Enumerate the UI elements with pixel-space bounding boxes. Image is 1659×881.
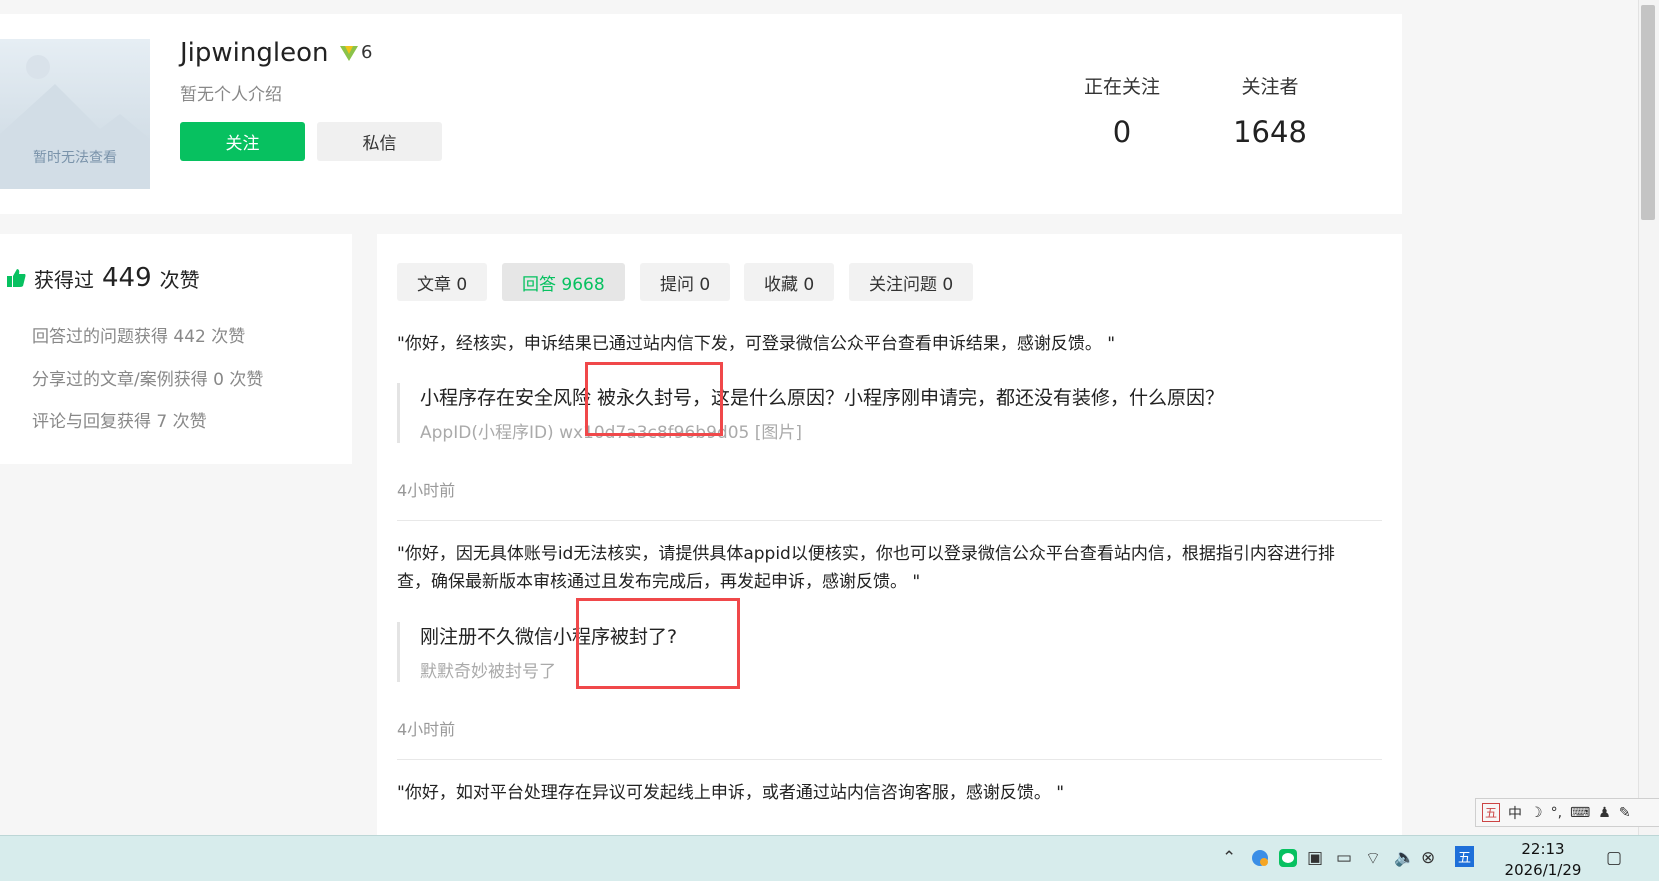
tab-followed-questions[interactable]: 关注问题 0 [849, 263, 974, 301]
ime-toolbar[interactable]: 五 中 ☽ °, ⌨ ♟ ✎ [1475, 798, 1659, 827]
bio-text: 暂无个人介绍 [180, 85, 282, 105]
ime-user-icon[interactable]: ♟ [1598, 805, 1611, 821]
answer-text[interactable]: "你好，因无具体账号id无法核实，请提供具体appid以便核实，你也可以登录微信… [397, 540, 1367, 596]
question-detail: 默默奇妙被封号了 [420, 662, 556, 682]
tab-questions[interactable]: 提问 0 [640, 263, 731, 301]
answer-timestamp: 4小时前 [397, 481, 456, 500]
clock[interactable]: 22:13 2026/1/29 [1498, 839, 1588, 881]
level-number: 6 [361, 42, 373, 63]
likes-suffix: 次赞 [159, 267, 200, 292]
stat-following[interactable]: 正在关注 0 [1052, 72, 1192, 149]
tab-answers[interactable]: 回答 9668 [502, 263, 625, 301]
stat-following-label: 正在关注 [1083, 76, 1160, 98]
stat-followers-label: 关注者 [1241, 76, 1299, 98]
likes-articles-line: 分享过的文章/案例获得 0 次赞 [32, 370, 264, 390]
ime-punctuation-icon[interactable]: °, [1551, 805, 1562, 821]
avatar: 暂时无法查看 [0, 39, 150, 189]
likes-comments-line: 评论与回复获得 7 次赞 [32, 412, 207, 432]
likes-count: 449 [102, 263, 152, 293]
tab-favorites[interactable]: 收藏 0 [744, 263, 835, 301]
likes-answers-line: 回答过的问题获得 442 次赞 [32, 327, 246, 347]
v-badge-icon [340, 45, 358, 61]
level-badge: 6 [339, 42, 372, 63]
volume-icon[interactable]: 🔈 [1394, 848, 1415, 868]
scrollbar-thumb[interactable] [1641, 5, 1655, 220]
ime-indicator-icon[interactable]: 五 [1455, 846, 1475, 867]
likes-prefix: 获得过 [34, 267, 94, 292]
divider [397, 759, 1382, 760]
remote-desktop-icon[interactable]: ▣ [1307, 848, 1323, 868]
ime-keyboard-icon[interactable]: ⌨ [1570, 805, 1590, 821]
red-highlight-box [585, 362, 723, 436]
ime-mode-label[interactable]: 中 [1508, 803, 1522, 823]
answer-text[interactable]: "你好，如对平台处理存在异议可发起线上申诉，或者通过站内信咨询客服，感谢反馈。 … [397, 779, 1367, 807]
stat-followers-value: 1648 [1233, 115, 1307, 149]
stat-followers[interactable]: 关注者 1648 [1200, 72, 1340, 149]
clock-date: 2026/1/29 [1504, 861, 1582, 879]
divider [397, 520, 1382, 521]
close-circle-icon[interactable]: ⊗ [1421, 848, 1435, 868]
username: Jipwingleon [180, 38, 329, 68]
likes-summary: 获得过 449 次赞 [6, 263, 200, 293]
clock-time: 22:13 [1521, 840, 1565, 858]
chevron-up-icon[interactable]: ⌃ [1222, 848, 1236, 868]
wechat-icon[interactable] [1278, 848, 1298, 873]
battery-icon[interactable]: ▭ [1336, 848, 1352, 868]
quoted-question[interactable]: 小程序存在安全风险 被永久封号，这是什么原因？小程序刚申请完，都还没有装修，什么… [397, 383, 1390, 443]
quoted-question[interactable]: 刚注册不久微信小程序被封了? 默默奇妙被封号了 [397, 622, 1390, 682]
answer-text[interactable]: "你好，经核实，申诉结果已通过站内信下发，可登录微信公众平台查看申诉结果，感谢反… [397, 330, 1367, 358]
question-title[interactable]: 小程序存在安全风险 被永久封号，这是什么原因？小程序刚申请完，都还没有装修，什么… [420, 383, 1390, 410]
answers-card [377, 234, 1402, 844]
wifi-icon[interactable]: ⌔ [1365, 848, 1381, 869]
question-title[interactable]: 刚注册不久微信小程序被封了? [420, 622, 1390, 649]
follow-button[interactable]: 关注 [180, 122, 305, 161]
avatar-caption: 暂时无法查看 [33, 150, 117, 166]
thumbs-up-icon [7, 269, 26, 287]
app-tray-icon[interactable] [1250, 848, 1270, 873]
ime-moon-icon[interactable]: ☽ [1530, 805, 1543, 821]
question-detail: AppID(小程序ID) wx10d7a3c8f96b9d05 [图片] [420, 423, 803, 443]
message-button[interactable]: 私信 [317, 122, 442, 161]
answer-timestamp: 4小时前 [397, 720, 456, 739]
ime-settings-icon[interactable]: ✎ [1619, 805, 1631, 821]
ime-wubi-icon[interactable]: 五 [1482, 803, 1501, 822]
notification-icon[interactable]: ▢ [1606, 848, 1622, 868]
tab-articles[interactable]: 文章 0 [397, 263, 488, 301]
stat-following-value: 0 [1112, 115, 1132, 149]
red-highlight-box [576, 598, 740, 689]
